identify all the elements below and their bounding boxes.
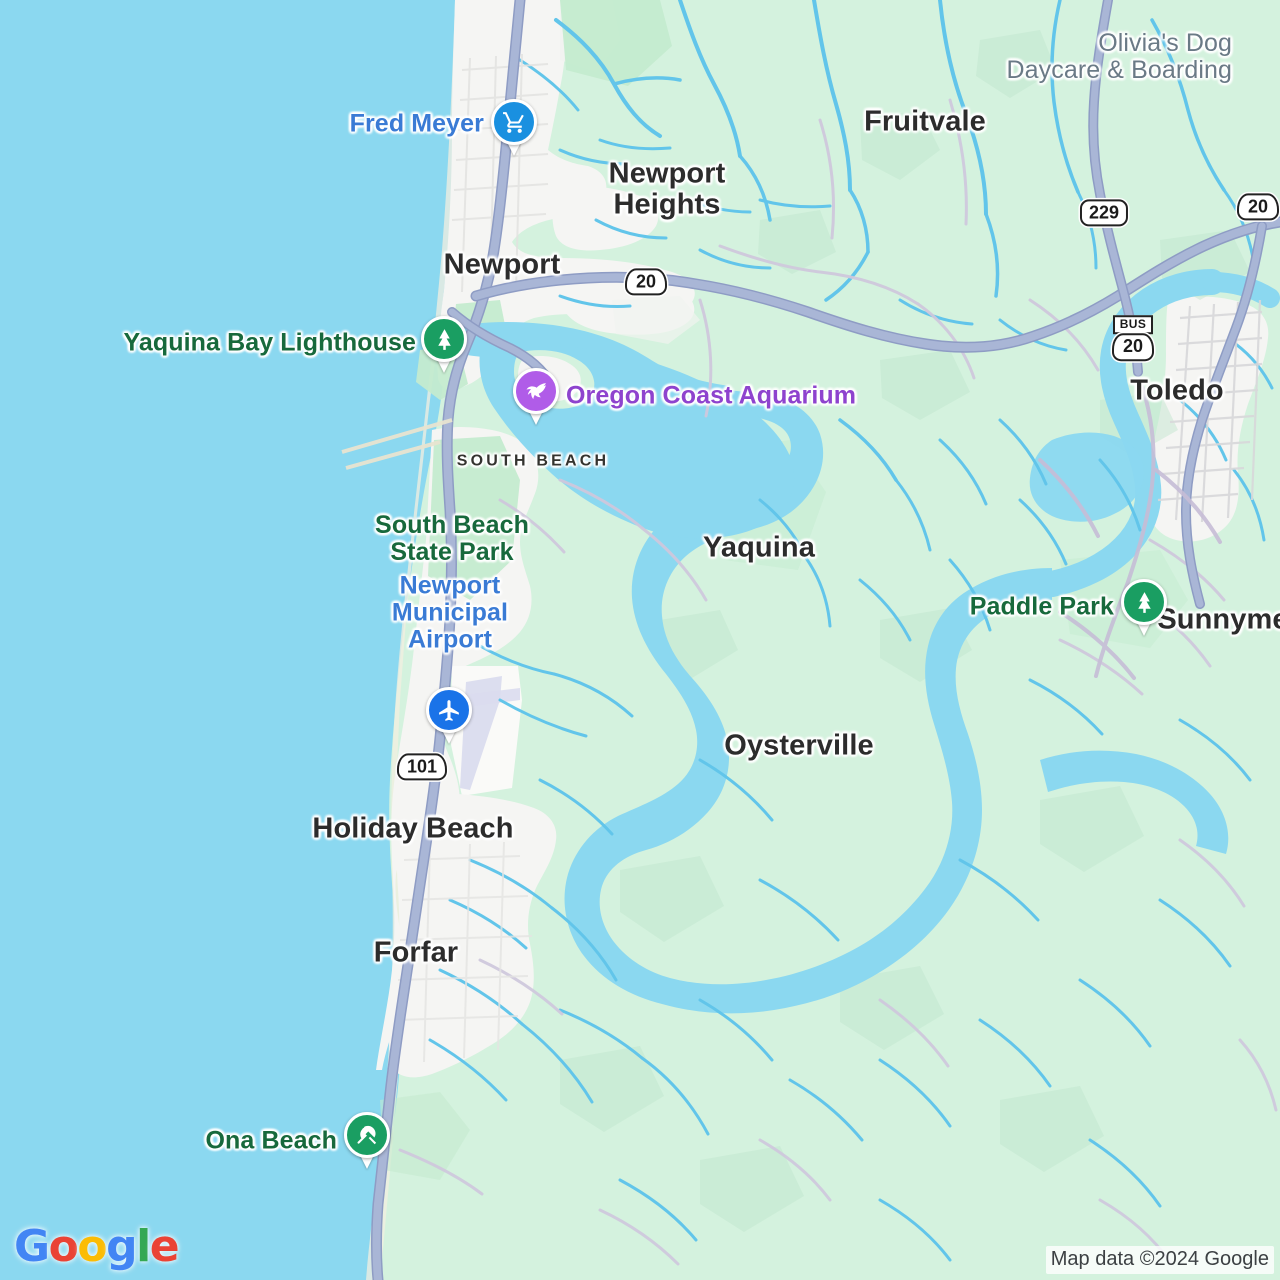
park-tree-icon [1121,579,1167,625]
google-logo-letter-o2: o [77,1221,107,1272]
map-marker-newport-airport[interactable] [426,687,472,745]
map-viewport[interactable]: Fruitvale Newport Heights Newport Toledo Yaqu… [0,0,1280,1280]
beach-umbrella-icon [344,1112,390,1158]
dolphin-icon [513,368,559,414]
map-marker-oregon-coast-aq[interactable] [513,368,559,426]
airplane-icon [426,687,472,733]
google-logo-letter-l: l [136,1221,151,1272]
google-logo-letter-e: e [149,1221,180,1272]
google-logo: Google [14,1221,180,1272]
shopping-cart-icon [491,99,537,145]
map-marker-yaquina-lighthouse[interactable] [421,316,467,374]
google-logo-letter-g2: g [106,1221,138,1272]
park-tree-icon [421,316,467,362]
map-marker-fred-meyer[interactable] [491,99,537,157]
map-marker-ona-beach[interactable] [344,1112,390,1170]
map-attribution: Map data ©2024 Google [1045,1246,1274,1274]
map-base-layer [0,0,1280,1280]
map-marker-paddle-park[interactable] [1121,579,1167,637]
google-logo-letter-o1: o [48,1221,79,1272]
google-logo-letter-g: G [14,1221,50,1272]
